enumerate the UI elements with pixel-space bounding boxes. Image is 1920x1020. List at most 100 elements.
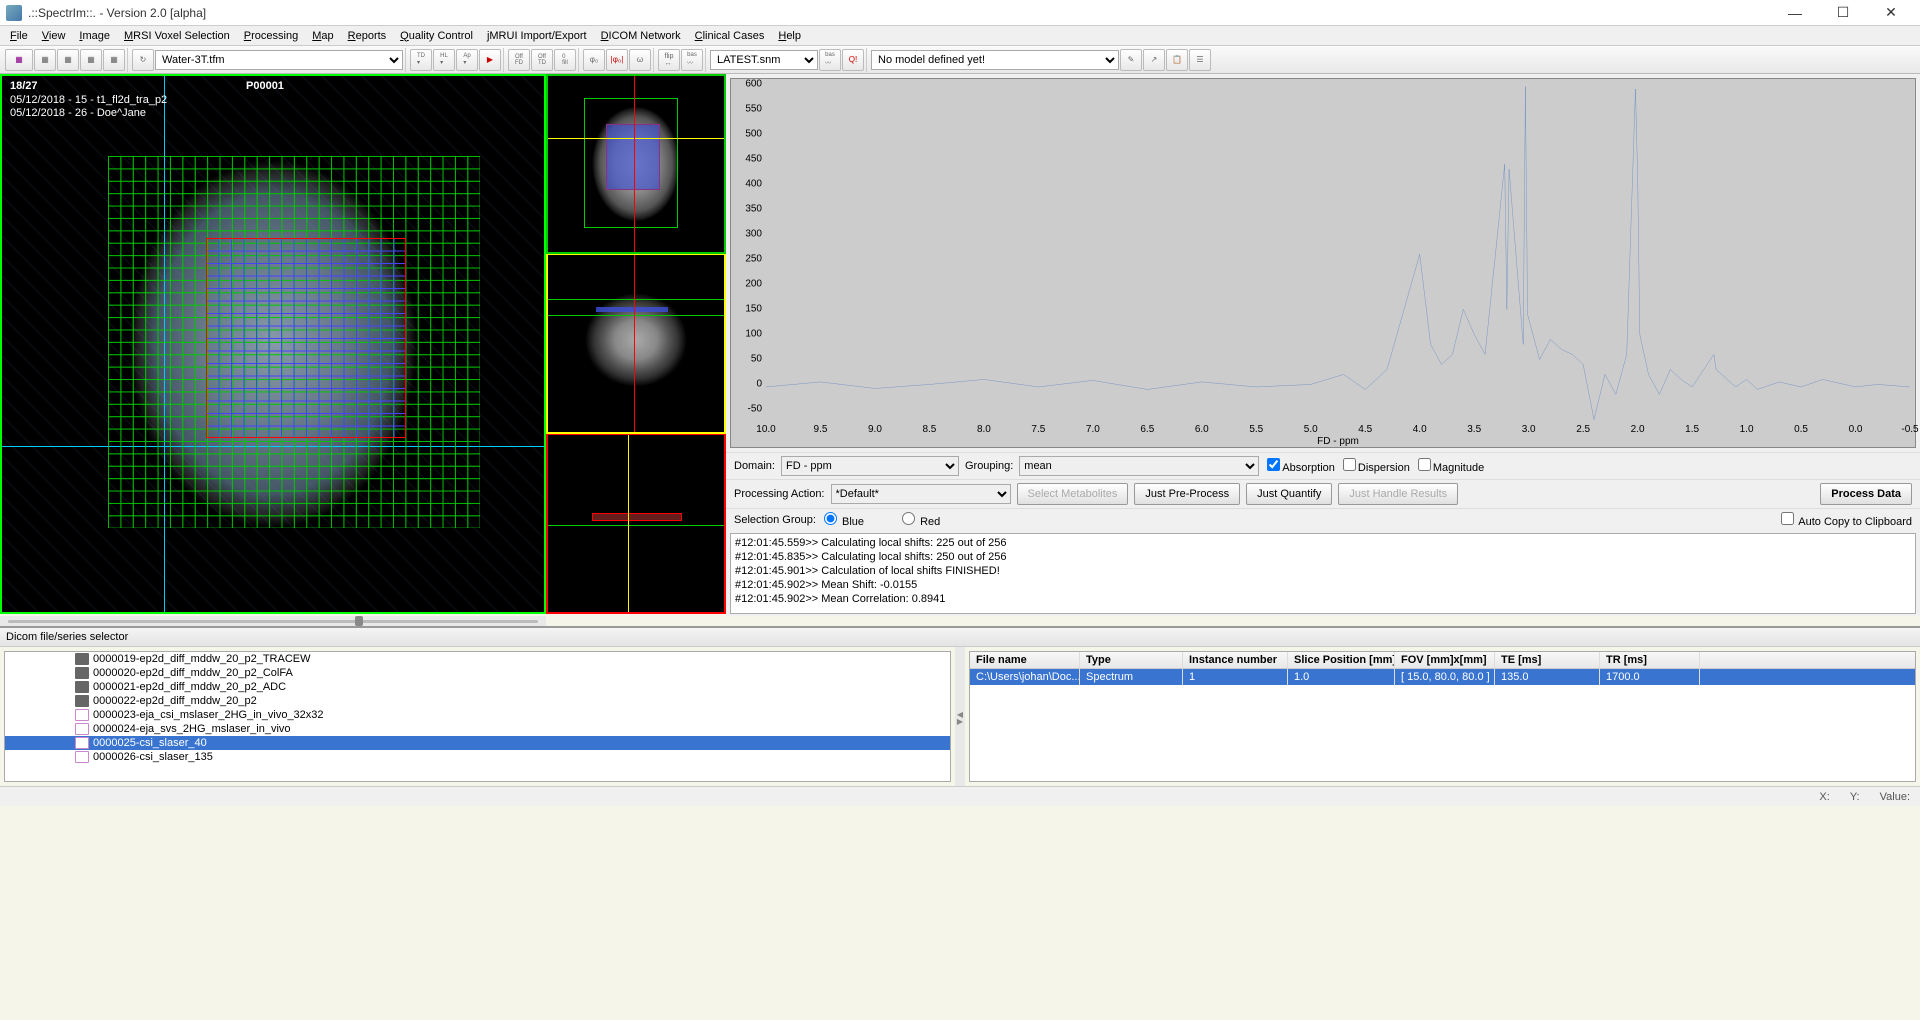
app-icon [6, 5, 22, 21]
send-icon[interactable]: ↗ [1143, 49, 1165, 71]
series-item[interactable]: 0000020-ep2d_diff_mddw_20_p2_ColFA [5, 666, 950, 680]
offset-fd-icon[interactable]: OffFD [508, 49, 530, 71]
copy-icon[interactable]: 📋 [1166, 49, 1188, 71]
series-item[interactable]: 0000024-eja_svs_2HG_mslaser_in_vivo [5, 722, 950, 736]
edit-icon[interactable]: ✎ [1120, 49, 1142, 71]
splitter[interactable]: ◀▶ [955, 647, 965, 786]
menu-dicom-network[interactable]: DICOM Network [595, 28, 687, 44]
series-item[interactable]: 0000023-eja_csi_mslaser_2HG_in_vivo_32x3… [5, 708, 950, 722]
status-x: X: [1819, 791, 1829, 803]
x-axis-label: FD - ppm [1317, 436, 1359, 447]
table-header[interactable]: Instance number [1183, 652, 1288, 668]
tdfd-icon-1[interactable]: TD▾ [410, 49, 432, 71]
auto-copy-checkbox[interactable] [1781, 512, 1794, 525]
tb-btn-1[interactable]: ▦ [34, 49, 56, 71]
main-viewer[interactable]: 18/27 P00001 05/12/2018 - 15 - t1_fl2d_t… [0, 74, 546, 614]
tfm-select[interactable]: Water-3T.tfm [155, 50, 403, 70]
maximize-button[interactable]: ☐ [1820, 2, 1866, 24]
table-row[interactable]: C:\Users\johan\Doc...Spectrum11.0[ 15.0,… [970, 669, 1915, 685]
window-title: .::SpectrIm::. - Version 2.0 [alpha] [28, 6, 1772, 20]
absorption-checkbox[interactable] [1267, 458, 1280, 471]
list-icon[interactable]: ☰ [1189, 49, 1211, 71]
table-header[interactable]: Type [1080, 652, 1183, 668]
toolbar: ▦ ▦ ▦ ▦ ▦ ↻ Water-3T.tfm TD▾ HL▾ Ap▾ ▶ O… [0, 46, 1920, 74]
flip-lr-icon[interactable]: flip↔ [658, 49, 680, 71]
series-item[interactable]: 0000026-csi_slaser_135 [5, 750, 950, 764]
menu-quality-control[interactable]: Quality Control [394, 28, 479, 44]
processing-label: Processing Action: [734, 488, 825, 500]
table-header[interactable]: FOV [mm]x[mm] [1395, 652, 1495, 668]
menu-jmrui-import-export[interactable]: jMRUI Import/Export [481, 28, 593, 44]
file-table[interactable]: File nameTypeInstance numberSlice Positi… [969, 651, 1916, 782]
menu-bar: FileViewImageMRSI Voxel SelectionProcess… [0, 26, 1920, 46]
close-button[interactable]: ✕ [1868, 2, 1914, 24]
status-bar: X: Y: Value: [0, 786, 1920, 806]
apod-icon[interactable]: Ap▾ [456, 49, 478, 71]
table-header[interactable]: TR [ms] [1600, 652, 1700, 668]
spectrum-chart[interactable]: -50050100150200250300350400450500550600 … [730, 78, 1916, 448]
viewer-line2: 05/12/2018 - 26 - Doe^Jane [6, 105, 150, 121]
process-data-button[interactable]: Process Data [1820, 483, 1912, 505]
series-item[interactable]: 0000021-ep2d_diff_mddw_20_p2_ADC [5, 680, 950, 694]
phi0-red-icon[interactable]: |φ₀| [606, 49, 628, 71]
log-area[interactable]: #12:01:45.559>> Calculating local shifts… [730, 533, 1916, 614]
menu-mrsi-voxel-selection[interactable]: MRSI Voxel Selection [118, 28, 236, 44]
omega-icon[interactable]: ω [629, 49, 651, 71]
table-header[interactable]: TE [ms] [1495, 652, 1600, 668]
quantify-button[interactable]: Just Quantify [1246, 483, 1332, 505]
dispersion-checkbox[interactable] [1343, 458, 1356, 471]
baseline-icon[interactable]: bas〰 [681, 49, 703, 71]
tb-btn-4[interactable]: ▦ [103, 49, 125, 71]
processing-select[interactable]: *Default* [831, 484, 1011, 504]
select-metabolites-button: Select Metabolites [1017, 483, 1129, 505]
status-y: Y: [1850, 791, 1860, 803]
menu-help[interactable]: Help [772, 28, 807, 44]
sagittal-viewer[interactable] [546, 434, 726, 614]
magnitude-checkbox[interactable] [1418, 458, 1431, 471]
menu-map[interactable]: Map [306, 28, 339, 44]
domain-select[interactable]: FD - ppm [781, 456, 959, 476]
handle-results-button: Just Handle Results [1338, 483, 1458, 505]
fill-icon[interactable]: 0fill [554, 49, 576, 71]
series-tree[interactable]: 0000019-ep2d_diff_mddw_20_p2_TRACEW00000… [4, 651, 951, 782]
play-icon[interactable]: ▶ [479, 49, 501, 71]
processing-row: Processing Action: *Default* Select Meta… [726, 479, 1920, 508]
grouping-select[interactable]: mean [1019, 456, 1259, 476]
flexart-icon[interactable]: ▦ [5, 49, 33, 71]
status-value: Value: [1880, 791, 1910, 803]
phi0-icon[interactable]: φ₀ [583, 49, 605, 71]
menu-clinical-cases[interactable]: Clinical Cases [689, 28, 771, 44]
model-select[interactable]: No model defined yet! [871, 50, 1119, 70]
snm-select[interactable]: LATEST.snm [710, 50, 818, 70]
table-header[interactable]: File name [970, 652, 1080, 668]
pre-process-button[interactable]: Just Pre-Process [1134, 483, 1240, 505]
hlsvd-icon[interactable]: HL▾ [433, 49, 455, 71]
selection-group-label: Selection Group: [734, 514, 816, 526]
axial-viewer[interactable] [546, 74, 726, 254]
minimize-button[interactable]: — [1772, 2, 1818, 24]
refresh-icon[interactable]: ↻ [132, 49, 154, 71]
slice-slider[interactable] [0, 616, 546, 626]
baseline2-icon[interactable]: bas〰 [819, 49, 841, 71]
menu-reports[interactable]: Reports [342, 28, 393, 44]
domain-row: Domain: FD - ppm Grouping: mean Absorpti… [726, 452, 1920, 479]
coronal-viewer[interactable] [546, 254, 726, 434]
domain-label: Domain: [734, 460, 775, 472]
blue-radio[interactable] [824, 512, 837, 525]
series-item[interactable]: 0000019-ep2d_diff_mddw_20_p2_TRACEW [5, 652, 950, 666]
menu-image[interactable]: Image [73, 28, 116, 44]
tb-btn-2[interactable]: ▦ [57, 49, 79, 71]
selection-row: Selection Group: Blue Red Auto Copy to C… [726, 508, 1920, 531]
grouping-label: Grouping: [965, 460, 1013, 472]
qi-icon[interactable]: Q! [842, 49, 864, 71]
red-radio[interactable] [902, 512, 915, 525]
offset-td-icon[interactable]: OffTD [531, 49, 553, 71]
table-header[interactable]: Slice Position [mm] [1288, 652, 1395, 668]
series-item[interactable]: 0000025-csi_slaser_40 [5, 736, 950, 750]
menu-file[interactable]: File [4, 28, 34, 44]
series-item[interactable]: 0000022-ep2d_diff_mddw_20_p2 [5, 694, 950, 708]
menu-view[interactable]: View [36, 28, 72, 44]
tb-btn-3[interactable]: ▦ [80, 49, 102, 71]
menu-processing[interactable]: Processing [238, 28, 304, 44]
patient-id: P00001 [242, 78, 288, 94]
